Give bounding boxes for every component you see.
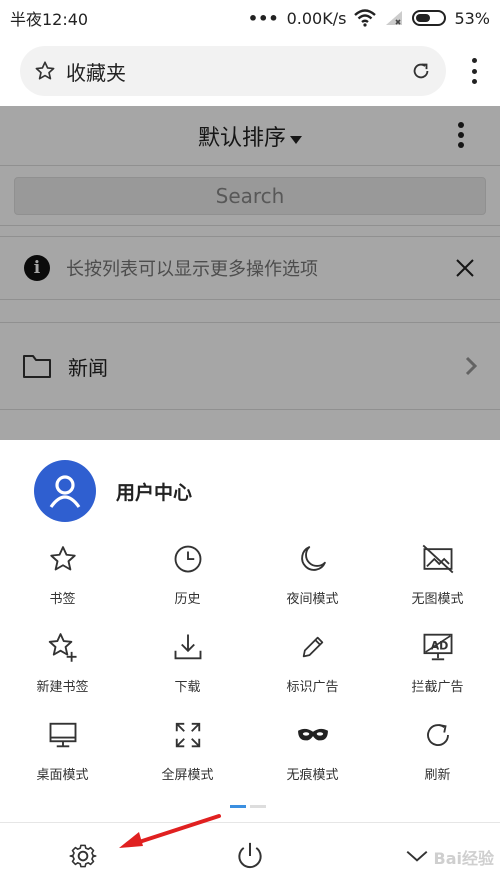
menu-item-block-ad[interactable]: AD 拦截广告 bbox=[375, 624, 500, 712]
sort-dropdown[interactable]: 默认排序 bbox=[198, 120, 302, 152]
avatar[interactable] bbox=[34, 460, 96, 522]
menu-item-no-image-mode[interactable]: 无图模式 bbox=[375, 536, 500, 624]
user-icon bbox=[49, 475, 81, 508]
menu-item-mark-ad[interactable]: 标识广告 bbox=[250, 624, 375, 712]
chevron-right-icon bbox=[465, 356, 478, 376]
menu-item-label: 夜间模式 bbox=[286, 592, 339, 607]
star-plus-icon bbox=[48, 633, 77, 662]
menu-item-incognito-mode[interactable]: 无痕模式 bbox=[250, 712, 375, 800]
power-icon bbox=[238, 842, 262, 869]
signal-icon bbox=[386, 11, 403, 25]
menu-item-label: 新建书签 bbox=[36, 680, 89, 695]
page-dot-active bbox=[230, 805, 246, 808]
refresh-icon bbox=[426, 724, 449, 746]
user-center[interactable]: 用户中心 bbox=[34, 460, 192, 522]
star-icon[interactable] bbox=[34, 60, 56, 82]
search-input[interactable]: Search bbox=[14, 177, 486, 215]
reload-icon[interactable] bbox=[410, 60, 432, 82]
menu-item-label: 刷新 bbox=[424, 768, 451, 783]
overflow-menu-button[interactable] bbox=[470, 58, 478, 84]
menu-grid: 书签 历史 夜间模式 无图模式 新建书签 下载 标识广告 AD 拦截广告 桌面模… bbox=[0, 536, 500, 800]
settings-button[interactable] bbox=[66, 839, 100, 873]
moon-icon bbox=[300, 546, 326, 571]
menu-item-label: 标识广告 bbox=[286, 680, 339, 695]
desktop-icon bbox=[49, 722, 76, 748]
status-time: 半夜12:40 bbox=[10, 10, 89, 29]
sort-label: 默认排序 bbox=[197, 125, 286, 151]
menu-item-label: 书签 bbox=[49, 592, 76, 607]
bookmarks-more-button[interactable] bbox=[458, 122, 464, 148]
folder-name: 新闻 bbox=[68, 355, 108, 380]
clock-icon bbox=[174, 545, 201, 573]
no-image-icon bbox=[422, 544, 453, 574]
pencil-icon bbox=[302, 636, 323, 658]
address-bar[interactable]: 收藏夹 bbox=[20, 46, 446, 96]
menu-item-fullscreen-mode[interactable]: 全屏模式 bbox=[125, 712, 250, 800]
menu-item-label: 拦截广告 bbox=[411, 680, 464, 695]
menu-item-label: 历史 bbox=[174, 592, 201, 607]
menu-item-label: 无痕模式 bbox=[286, 768, 339, 783]
menu-item-history[interactable]: 历史 bbox=[125, 536, 250, 624]
address-title: 收藏夹 bbox=[66, 60, 126, 85]
menu-item-refresh[interactable]: 刷新 bbox=[375, 712, 500, 800]
chevron-down-icon bbox=[406, 850, 428, 862]
collapse-button[interactable] bbox=[400, 839, 434, 873]
download-icon bbox=[174, 634, 201, 660]
menu-item-label: 无图模式 bbox=[411, 592, 464, 607]
star-icon bbox=[49, 546, 76, 571]
menu-item-night-mode[interactable]: 夜间模式 bbox=[250, 536, 375, 624]
menu-item-download[interactable]: 下载 bbox=[125, 624, 250, 712]
gear-icon bbox=[69, 844, 97, 868]
fullscreen-icon bbox=[175, 722, 200, 748]
status-indicators: ••• 0.00K/s 53% bbox=[248, 9, 490, 28]
search-row: Search bbox=[0, 166, 500, 226]
tip-banner: i 长按列表可以显示更多操作选项 bbox=[0, 236, 500, 300]
folder-item[interactable]: 新闻 bbox=[0, 322, 500, 410]
annotation-arrow-icon bbox=[119, 814, 221, 848]
menu-bottom-bar: Bai经验 bbox=[0, 822, 500, 889]
watermark: Bai经验 bbox=[433, 849, 494, 868]
ad-block-icon: AD bbox=[423, 633, 452, 661]
status-bar: 半夜12:40 ••• 0.00K/s 53% bbox=[0, 0, 500, 36]
menu-item-desktop-mode[interactable]: 桌面模式 bbox=[0, 712, 125, 800]
user-center-label: 用户中心 bbox=[116, 481, 193, 504]
more-dots-icon: ••• bbox=[247, 8, 279, 28]
page-indicator bbox=[230, 805, 266, 808]
folder-icon bbox=[23, 355, 51, 378]
battery-percent: 53% bbox=[454, 8, 490, 28]
svg-text:AD: AD bbox=[430, 639, 448, 652]
close-icon[interactable] bbox=[454, 257, 476, 279]
bookmarks-toolbar: 默认排序 bbox=[0, 106, 500, 166]
menu-item-label: 全屏模式 bbox=[161, 768, 214, 783]
battery-icon bbox=[412, 10, 447, 26]
menu-sheet: 用户中心 书签 历史 夜间模式 无图模式 新建书签 下载 标识广告 AD 拦截广… bbox=[0, 440, 500, 889]
bookmarks-page: 默认排序 Search i 长按列表可以显示更多操作选项 新闻 bbox=[0, 106, 500, 440]
menu-item-label: 桌面模式 bbox=[36, 768, 89, 783]
menu-item-bookmarks[interactable]: 书签 bbox=[0, 536, 125, 624]
menu-item-new-bookmark[interactable]: 新建书签 bbox=[0, 624, 125, 712]
menu-item-label: 下载 bbox=[174, 680, 201, 695]
exit-button[interactable] bbox=[233, 839, 267, 873]
address-bar-area: 收藏夹 bbox=[0, 36, 500, 106]
mask-icon bbox=[297, 728, 328, 741]
caret-down-icon bbox=[290, 136, 302, 144]
network-speed: 0.00K/s bbox=[286, 8, 347, 28]
page-dot bbox=[250, 805, 266, 808]
wifi-icon bbox=[354, 9, 377, 27]
tip-text: 长按列表可以显示更多操作选项 bbox=[66, 259, 318, 280]
info-icon: i bbox=[24, 255, 50, 281]
